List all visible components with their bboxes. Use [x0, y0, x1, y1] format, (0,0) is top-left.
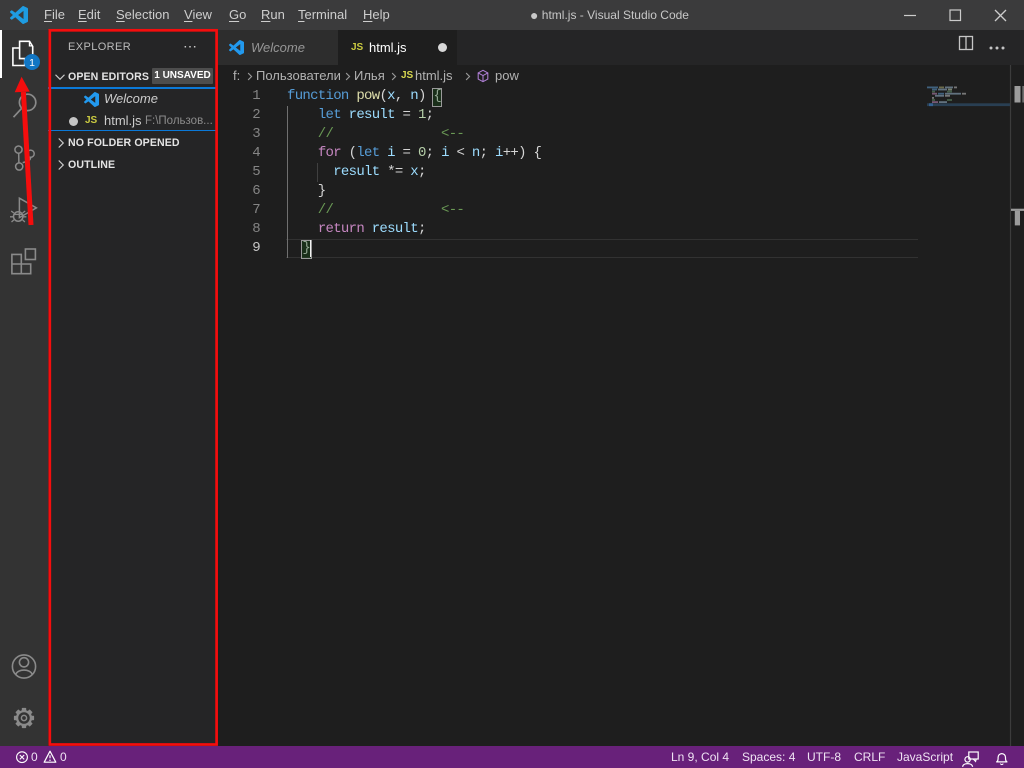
svg-text:1: 1	[29, 57, 35, 69]
